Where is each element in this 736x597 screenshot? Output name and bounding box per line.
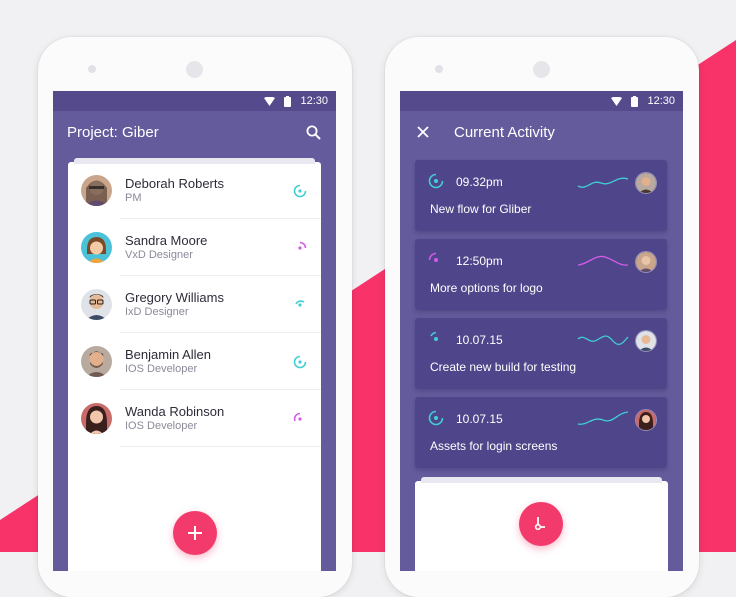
timer-button[interactable] [519, 502, 563, 546]
progress-ring-icon [428, 252, 438, 262]
contact-name: Gregory Williams [125, 289, 224, 305]
status-ring-icon [293, 184, 307, 197]
screen-project: 12:30 Project: Giber Deborah Roberts PM [53, 91, 336, 571]
contacts-list: Deborah Roberts PM Sandra Moore VxD Desi… [68, 158, 321, 571]
plus-icon [188, 526, 202, 540]
battery-icon [282, 95, 293, 107]
progress-ring-icon [428, 173, 444, 189]
contact-name: Deborah Roberts [125, 175, 224, 191]
activity-desc: Assets for login screens [430, 439, 558, 453]
avatar [635, 330, 657, 352]
activity-card[interactable]: 12:50pm More options for logo [415, 239, 667, 310]
status-ring-icon [298, 241, 307, 250]
wave-line [577, 335, 629, 346]
activity-time: 10.07.15 [456, 333, 503, 347]
activity-desc: Create new build for testing [430, 360, 577, 374]
avatar [81, 175, 112, 206]
bottom-sheet [415, 477, 668, 571]
divider [120, 446, 321, 447]
contact-role: PM [125, 191, 142, 204]
status-bar: 12:30 [53, 91, 336, 111]
status-ring-icon [293, 355, 307, 368]
status-ring-icon [293, 412, 302, 421]
progress-ring-icon [430, 331, 438, 341]
progress-ring-icon [428, 410, 444, 426]
status-bar: 12:30 [400, 91, 683, 111]
page-title: Current Activity [454, 123, 555, 141]
contact-name: Benjamin Allen [125, 346, 211, 362]
avatar [635, 172, 657, 194]
contact-role: IOS Developer [125, 362, 198, 375]
activity-card[interactable]: 09.32pm New flow for Gliber [415, 160, 667, 231]
close-icon[interactable] [414, 123, 432, 141]
list-item[interactable]: Sandra Moore VxD Designer [68, 219, 321, 276]
activity-desc: More options for logo [430, 281, 543, 295]
app-bar: Project: Giber [53, 111, 336, 153]
activity-time: 09.32pm [456, 175, 503, 189]
phone-speaker [435, 65, 443, 73]
avatar [81, 289, 112, 320]
status-ring-icon [295, 299, 305, 307]
wave-line [577, 255, 629, 266]
activity-time: 10.07.15 [456, 412, 503, 426]
list-item[interactable]: Wanda Robinson IOS Developer [68, 390, 321, 447]
phone-left: 12:30 Project: Giber Deborah Roberts PM [38, 37, 352, 597]
avatar [81, 232, 112, 263]
activity-list: 09.32pm New flow for Gliber 12:50pm More… [400, 160, 683, 468]
phone-speaker [88, 65, 96, 73]
search-icon[interactable] [304, 123, 322, 141]
wave-line [577, 411, 629, 425]
app-bar: Current Activity [400, 111, 683, 153]
page-title: Project: Giber [67, 123, 159, 141]
wifi-icon [264, 96, 276, 107]
screen-activity: 12:30 Current Activity 09.32pm New flow … [400, 91, 683, 571]
card-stack-edge [421, 477, 662, 483]
activity-time: 12:50pm [456, 254, 503, 268]
add-button[interactable] [173, 511, 217, 555]
avatar [81, 403, 112, 434]
activity-desc: New flow for Gliber [430, 202, 532, 216]
avatar [635, 409, 657, 431]
list-item[interactable]: Deborah Roberts PM [68, 162, 321, 219]
phone-right: 12:30 Current Activity 09.32pm New flow … [385, 37, 699, 597]
timer-icon [534, 517, 545, 531]
list-item[interactable]: Gregory Williams IxD Designer [68, 276, 321, 333]
contact-name: Wanda Robinson [125, 403, 225, 419]
phone-camera [186, 61, 203, 78]
contact-role: IxD Designer [125, 305, 189, 318]
wave-line [577, 177, 629, 188]
contact-role: VxD Designer [125, 248, 193, 261]
activity-card[interactable]: 10.07.15 Assets for login screens [415, 397, 667, 468]
avatar [635, 251, 657, 273]
avatar [81, 346, 112, 377]
contact-role: IOS Developer [125, 419, 198, 432]
battery-icon [629, 95, 640, 107]
status-time: 12:30 [300, 95, 328, 107]
status-time: 12:30 [647, 95, 675, 107]
contact-name: Sandra Moore [125, 232, 208, 248]
phone-camera [533, 61, 550, 78]
list-item[interactable]: Benjamin Allen IOS Developer [68, 333, 321, 390]
activity-card[interactable]: 10.07.15 Create new build for testing [415, 318, 667, 389]
wifi-icon [611, 96, 623, 107]
